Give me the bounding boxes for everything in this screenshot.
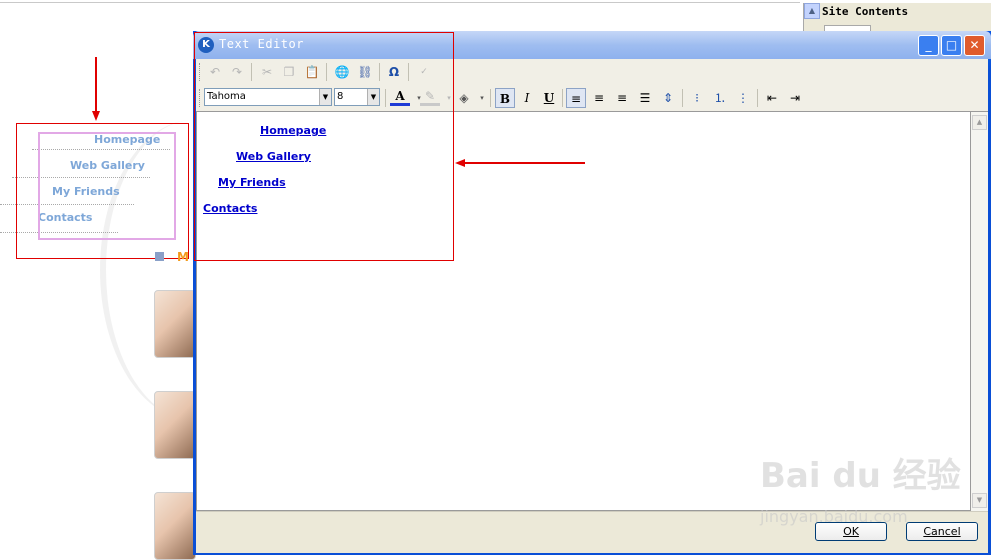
annotation-red-box-editor <box>194 32 454 261</box>
scroll-up-icon[interactable]: ▲ <box>972 115 987 130</box>
scroll-up-icon[interactable]: ▲ <box>804 3 820 19</box>
baidu-watermark-url: jingyan.baidu.com <box>760 507 908 526</box>
cancel-label: Cancel <box>923 525 961 538</box>
align-right-icon[interactable]: ≡ <box>612 88 632 108</box>
annotation-arrow-left-head <box>455 159 465 167</box>
toolbar-separator <box>682 89 683 107</box>
justify-icon[interactable]: ☰ <box>635 88 655 108</box>
scroll-down-icon[interactable]: ▼ <box>972 493 987 508</box>
italic-button[interactable]: I <box>517 88 537 108</box>
friend-photo-1[interactable] <box>154 290 196 358</box>
list-style-icon[interactable]: ⋮ <box>733 88 753 108</box>
chevron-down-icon[interactable]: ▾ <box>472 88 492 108</box>
section-icon <box>155 252 164 261</box>
annotation-arrow-left <box>463 162 585 164</box>
outdent-icon[interactable]: ⇤ <box>762 88 782 108</box>
annotation-red-box-left <box>16 123 189 259</box>
underline-button[interactable]: U <box>539 88 559 108</box>
bold-button[interactable]: B <box>495 88 515 108</box>
align-center-icon[interactable]: ≡ <box>589 88 609 108</box>
annotation-arrow-down <box>95 57 97 112</box>
maximize-button[interactable]: □ <box>941 35 962 56</box>
content-scrollbar[interactable]: ▲ ▼ <box>971 111 988 511</box>
baidu-watermark: Bai du 经验 <box>760 456 961 496</box>
toolbar-separator <box>757 89 758 107</box>
cancel-button[interactable]: Cancel <box>906 522 978 541</box>
line-spacing-icon[interactable]: ⇕ <box>658 88 678 108</box>
fill-color-icon[interactable]: ◈ <box>454 88 474 108</box>
bullet-list-icon[interactable]: ⁝ <box>687 88 707 108</box>
align-left-icon[interactable]: ≡ <box>566 88 586 108</box>
top-divider <box>0 2 800 3</box>
friend-photo-2[interactable] <box>154 391 196 459</box>
toolbar-separator <box>562 89 563 107</box>
site-contents-title: Site Contents <box>822 5 909 18</box>
section-heading-fragment: M <box>177 250 189 264</box>
minimize-button[interactable]: _ <box>918 35 939 56</box>
close-button[interactable]: ✕ <box>964 35 985 56</box>
toolbar-separator <box>490 89 491 107</box>
indent-icon[interactable]: ⇥ <box>785 88 805 108</box>
friend-photo-3[interactable] <box>154 492 196 560</box>
numbered-list-icon[interactable]: ⒈ <box>710 88 730 108</box>
annotation-arrow-down-head <box>92 111 100 121</box>
ok-label: OK <box>843 525 859 538</box>
